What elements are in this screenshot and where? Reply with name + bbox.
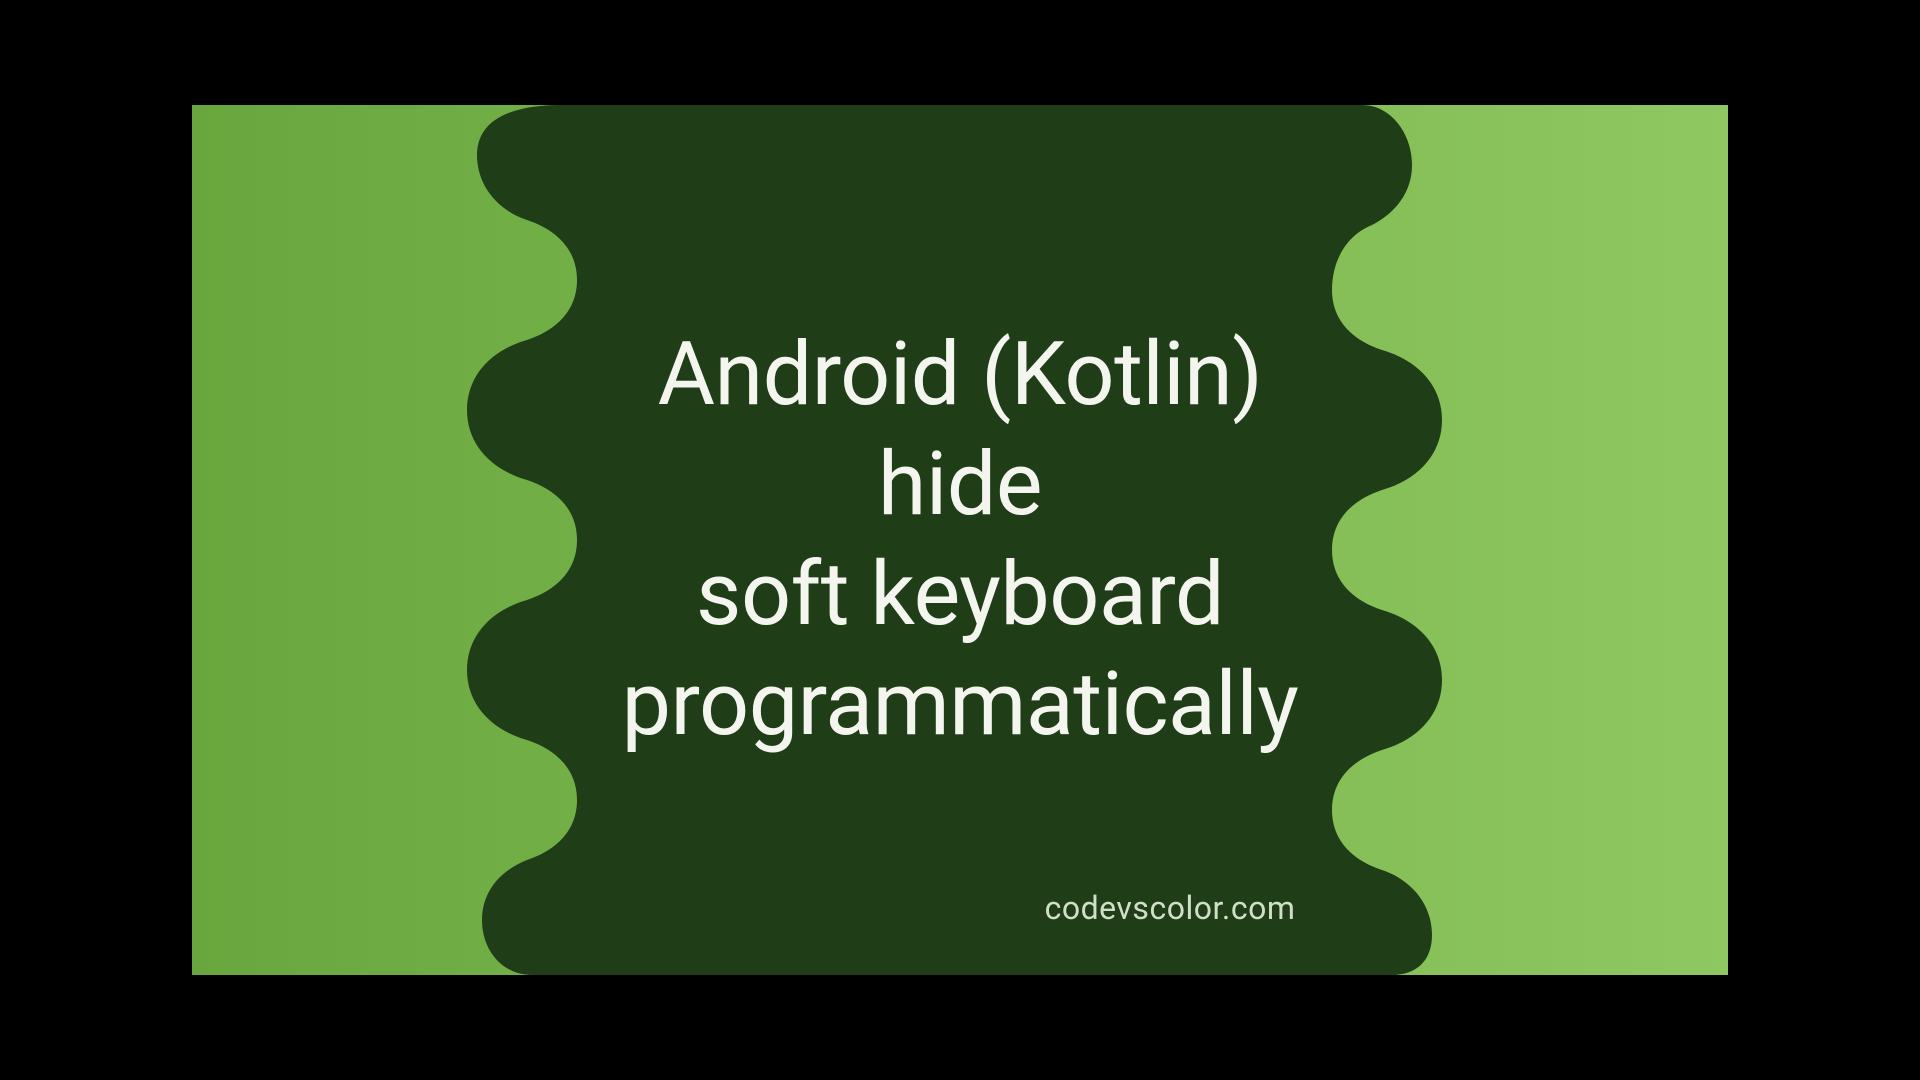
main-title: Android (Kotlin) hide soft keyboard prog… bbox=[622, 320, 1299, 760]
title-line-3: soft keyboard bbox=[622, 540, 1299, 650]
title-line-1: Android (Kotlin) bbox=[622, 320, 1299, 430]
content-area: Android (Kotlin) hide soft keyboard prog… bbox=[192, 105, 1728, 975]
title-line-4: programmatically bbox=[622, 650, 1299, 760]
title-line-2: hide bbox=[622, 430, 1299, 540]
banner-container: Android (Kotlin) hide soft keyboard prog… bbox=[192, 105, 1728, 975]
watermark-text: codevscolor.com bbox=[192, 889, 1728, 927]
